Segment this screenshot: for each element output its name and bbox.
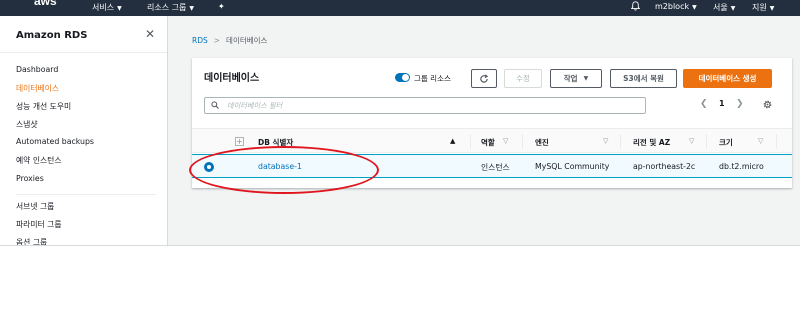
sidebar-item-snapshots[interactable]: 스냅샷 — [16, 119, 38, 130]
chevron-down-icon: ▼ — [583, 75, 589, 82]
column-header-engine[interactable]: 엔진 — [535, 137, 549, 148]
column-divider — [776, 134, 777, 149]
breadcrumb-current: 데이터베이스 — [226, 36, 268, 45]
chevron-right-icon: > — [213, 36, 221, 45]
top-navigation-bar: aws 서비스 ▼ 리소스 그룹 ▼ ✦ m2block ▼ 서울 ▼ 지원 ▼ — [0, 0, 800, 16]
size-cell: db.t2.micro — [719, 162, 764, 171]
sort-icon[interactable]: ▽ — [689, 137, 694, 145]
chevron-down-icon: ▼ — [117, 5, 122, 12]
expand-all-icon[interactable]: + — [235, 137, 244, 146]
sidebar-divider — [16, 194, 156, 195]
sort-ascending-icon[interactable]: ▲ — [450, 137, 455, 145]
highlight-annotation — [189, 146, 379, 194]
sidebar-item-option-groups[interactable]: 옵션 그룹 — [16, 237, 47, 245]
services-menu[interactable]: 서비스 ▼ — [92, 2, 122, 13]
support-menu[interactable]: 지원 ▼ — [752, 2, 774, 13]
column-header-size[interactable]: 크기 — [719, 137, 733, 148]
sidebar-item-parameter-groups[interactable]: 파라미터 그룹 — [16, 219, 62, 230]
sidebar-item-dashboard[interactable]: Dashboard — [16, 65, 58, 74]
next-page-icon[interactable]: ❯ — [736, 99, 744, 109]
sort-icon[interactable]: ▽ — [758, 137, 763, 145]
panel-title: 데이터베이스 — [204, 73, 260, 84]
chevron-down-icon: ▼ — [189, 5, 194, 12]
region-az-cell: ap-northeast-2c — [633, 162, 696, 171]
role-cell: 인스턴스 — [481, 163, 510, 172]
database-filter-input[interactable]: 데이터베이스 필터 — [204, 97, 646, 114]
services-label: 서비스 — [92, 3, 115, 12]
gear-icon[interactable] — [762, 99, 773, 110]
close-icon[interactable]: ✕ — [145, 27, 155, 41]
region-label: 서울 — [713, 3, 728, 12]
sidebar-item-performance-insights[interactable]: 성능 개선 도우미 — [16, 101, 71, 112]
search-placeholder: 데이터베이스 필터 — [227, 101, 283, 110]
sidebar-title: Amazon RDS — [16, 30, 88, 41]
sidebar-item-proxies[interactable]: Proxies — [16, 174, 44, 183]
account-label: m2block — [655, 2, 690, 11]
resource-groups-menu[interactable]: 리소스 그룹 ▼ — [147, 2, 194, 13]
group-resources-label: 그룹 리소스 — [414, 74, 451, 83]
column-divider — [470, 134, 471, 149]
group-resources-toggle[interactable] — [395, 73, 410, 82]
rds-console-screenshot: aws 서비스 ▼ 리소스 그룹 ▼ ✦ m2block ▼ 서울 ▼ 지원 ▼ Amaz… — [0, 0, 800, 246]
aws-logo[interactable]: aws — [34, 0, 57, 8]
column-header-region-az[interactable]: 리전 및 AZ — [633, 137, 670, 148]
column-divider — [706, 134, 707, 149]
refresh-button[interactable] — [471, 69, 497, 88]
toggle-knob — [402, 74, 409, 81]
column-divider — [620, 134, 621, 149]
refresh-icon — [480, 73, 489, 83]
chevron-down-icon: ▼ — [769, 5, 775, 12]
bell-icon[interactable] — [630, 1, 641, 13]
region-menu[interactable]: 서울 ▼ — [713, 2, 735, 13]
sidebar-divider — [0, 52, 167, 53]
pin-icon[interactable]: ✦ — [218, 2, 225, 11]
sidebar-item-subnet-groups[interactable]: 서브넷 그룹 — [16, 201, 54, 212]
actions-button[interactable]: 작업 ▼ — [550, 69, 602, 88]
search-icon — [211, 101, 219, 109]
sort-icon[interactable]: ▽ — [503, 137, 508, 145]
sidebar-item-automated-backups[interactable]: Automated backups — [16, 137, 94, 146]
chevron-down-icon: ▼ — [692, 4, 697, 11]
column-header-role[interactable]: 역할 — [481, 137, 495, 148]
previous-page-icon[interactable]: ❮ — [700, 99, 708, 109]
engine-cell: MySQL Community — [535, 162, 610, 171]
breadcrumb-rds-link[interactable]: RDS — [192, 36, 208, 45]
actions-label: 작업 — [563, 74, 578, 83]
column-divider — [522, 134, 523, 149]
sidebar-item-databases[interactable]: 데이터베이스 — [16, 83, 59, 94]
create-database-button[interactable]: 데이터베이스 생성 — [683, 69, 772, 88]
sidebar-item-reserved-instances[interactable]: 예약 인스턴스 — [16, 155, 62, 166]
sort-icon[interactable]: ▽ — [603, 137, 608, 145]
support-label: 지원 — [752, 3, 767, 12]
chevron-down-icon: ▼ — [730, 5, 736, 12]
breadcrumb: RDS > 데이터베이스 — [192, 35, 267, 46]
restore-from-s3-button[interactable]: S3에서 복원 — [610, 69, 677, 88]
page-number[interactable]: 1 — [719, 99, 725, 108]
account-menu[interactable]: m2block ▼ — [655, 2, 697, 11]
modify-button[interactable]: 수정 — [504, 69, 542, 88]
resource-groups-label: 리소스 그룹 — [147, 3, 187, 12]
sidebar: Amazon RDS ✕ Dashboard 데이터베이스 성능 개선 도우미 … — [0, 16, 168, 245]
